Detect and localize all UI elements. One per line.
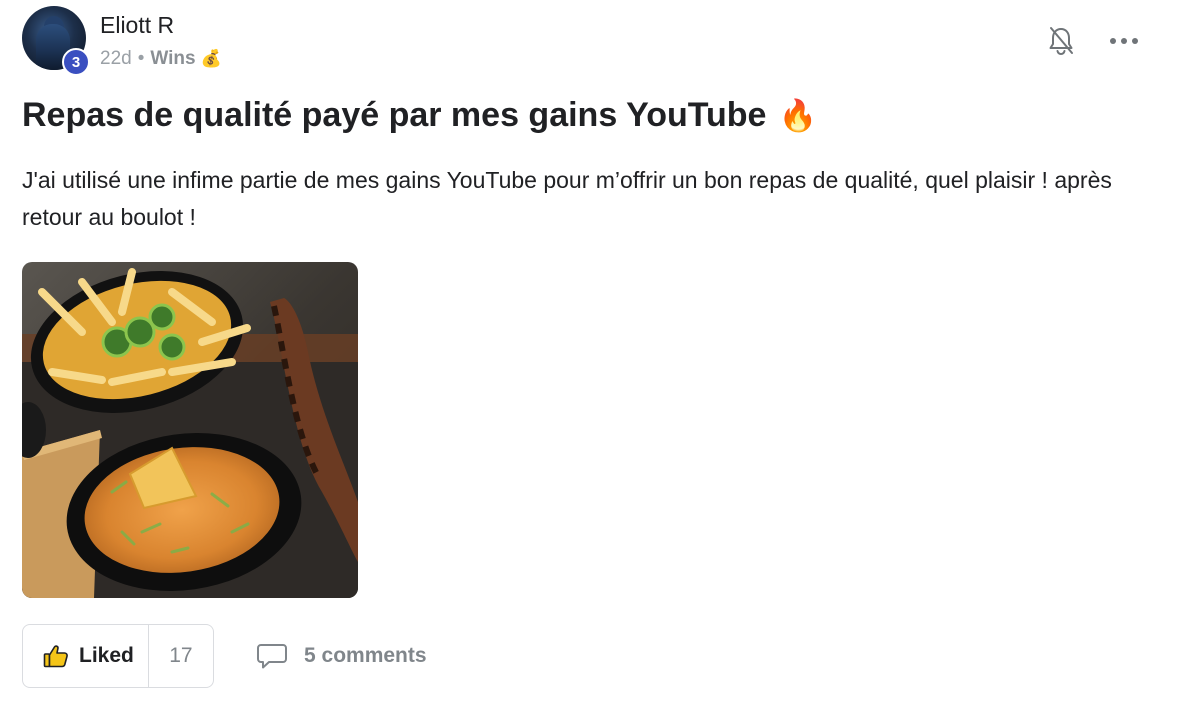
level-badge: 3 [62, 48, 90, 76]
meal-photo [22, 262, 358, 598]
comments-label: 5 comments [304, 644, 427, 667]
more-options-button[interactable] [1106, 24, 1142, 58]
like-button[interactable]: Liked [23, 625, 149, 687]
money-bag-icon: 💰 [200, 49, 222, 68]
community-post: 3 Eliott R 22d • Wins 💰 Repas de qualité… [0, 0, 1200, 710]
post-age: 22d [100, 48, 132, 69]
post-title: Repas de qualité payé par mes gains YouT… [22, 96, 767, 134]
thumbs-up-icon [43, 645, 68, 668]
author-avatar-wrap[interactable]: 3 [22, 6, 90, 76]
comment-icon [257, 644, 287, 669]
bell-off-icon [1049, 27, 1073, 56]
meta-separator: • [137, 48, 145, 69]
post-category[interactable]: Wins [150, 48, 195, 70]
post-body: J'ai utilisé une infime partie de mes ga… [22, 167, 1112, 230]
like-group: Liked 17 [22, 624, 214, 688]
more-horizontal-icon [1110, 38, 1138, 44]
fire-icon: 🔥 [778, 98, 818, 133]
notifications-toggle-button[interactable] [1044, 24, 1078, 58]
like-count[interactable]: 17 [149, 644, 213, 668]
author-name[interactable]: Eliott R [100, 12, 174, 39]
comments-button[interactable]: 5 comments [256, 640, 427, 672]
post-title-row: Repas de qualité payé par mes gains YouT… [22, 96, 817, 135]
post-image-meal[interactable] [22, 262, 358, 598]
post-meta: 22d • Wins 💰 [100, 48, 222, 70]
like-label: Liked [79, 644, 134, 667]
